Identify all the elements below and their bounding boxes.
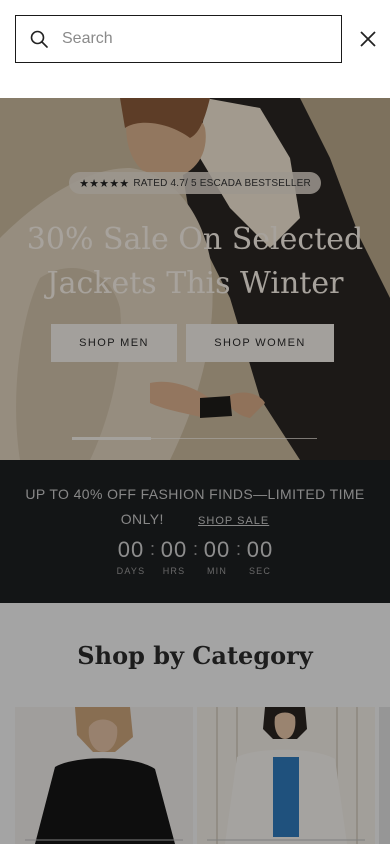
shop-women-button[interactable]: SHOP WOMEN bbox=[186, 324, 334, 362]
category-card[interactable] bbox=[15, 707, 193, 844]
hero-banner: ★★★★★ RATED 4.7/ 5 ESCADA BESTSELLER 30%… bbox=[0, 98, 390, 460]
countdown-value: 00 bbox=[246, 537, 274, 562]
countdown-hours: 00 HRS bbox=[157, 536, 191, 576]
countdown-label: HRS bbox=[162, 566, 186, 576]
promo-banner: UP TO 40% OFF FASHION FINDS—LIMITED TIME… bbox=[0, 460, 390, 603]
countdown-value: 00 bbox=[203, 537, 231, 562]
countdown-days: 00 DAYS bbox=[114, 536, 148, 576]
promo-text: UP TO 40% OFF FASHION FINDS—LIMITED TIME… bbox=[25, 486, 365, 527]
countdown-timer: 00 DAYS : 00 HRS : 00 MIN : 00 SEC bbox=[114, 536, 277, 576]
countdown-separator: : bbox=[149, 539, 155, 559]
countdown-label: SEC bbox=[248, 566, 272, 576]
rating-text: RATED 4.7/ 5 ESCADA BESTSELLER bbox=[133, 177, 311, 189]
search-input[interactable] bbox=[62, 30, 312, 48]
shop-sale-link[interactable]: SHOP SALE bbox=[198, 515, 269, 527]
countdown-value: 00 bbox=[160, 537, 188, 562]
countdown-seconds: 00 SEC bbox=[243, 536, 277, 576]
shop-men-button[interactable]: SHOP MEN bbox=[51, 324, 177, 362]
search-icon bbox=[30, 30, 48, 48]
search-box[interactable] bbox=[15, 15, 342, 63]
star-rating-icon: ★★★★★ bbox=[79, 177, 130, 190]
category-card[interactable] bbox=[379, 707, 390, 844]
promo-message: UP TO 40% OFF FASHION FINDS—LIMITED TIME… bbox=[20, 482, 370, 534]
countdown-minutes: 00 MIN bbox=[200, 536, 234, 576]
category-image bbox=[15, 707, 193, 844]
category-title: Shop by Category bbox=[77, 641, 313, 670]
search-header bbox=[0, 0, 390, 98]
countdown-label: DAYS bbox=[116, 566, 146, 576]
hero-title: 30% Sale On Selected Jackets This Winter bbox=[26, 222, 364, 301]
rating-badge: ★★★★★ RATED 4.7/ 5 ESCADA BESTSELLER bbox=[69, 172, 321, 194]
countdown-separator: : bbox=[192, 539, 198, 559]
category-section: Shop by Category bbox=[0, 603, 390, 844]
page-content: ★★★★★ RATED 4.7/ 5 ESCADA BESTSELLER 30%… bbox=[0, 98, 390, 844]
countdown-value: 00 bbox=[117, 537, 145, 562]
slide-indicator[interactable] bbox=[151, 438, 317, 439]
slide-indicator-active[interactable] bbox=[72, 437, 151, 440]
close-icon[interactable] bbox=[357, 28, 379, 50]
countdown-separator: : bbox=[235, 539, 241, 559]
countdown-label: MIN bbox=[206, 566, 228, 576]
category-image bbox=[197, 707, 375, 844]
category-card[interactable] bbox=[197, 707, 375, 844]
